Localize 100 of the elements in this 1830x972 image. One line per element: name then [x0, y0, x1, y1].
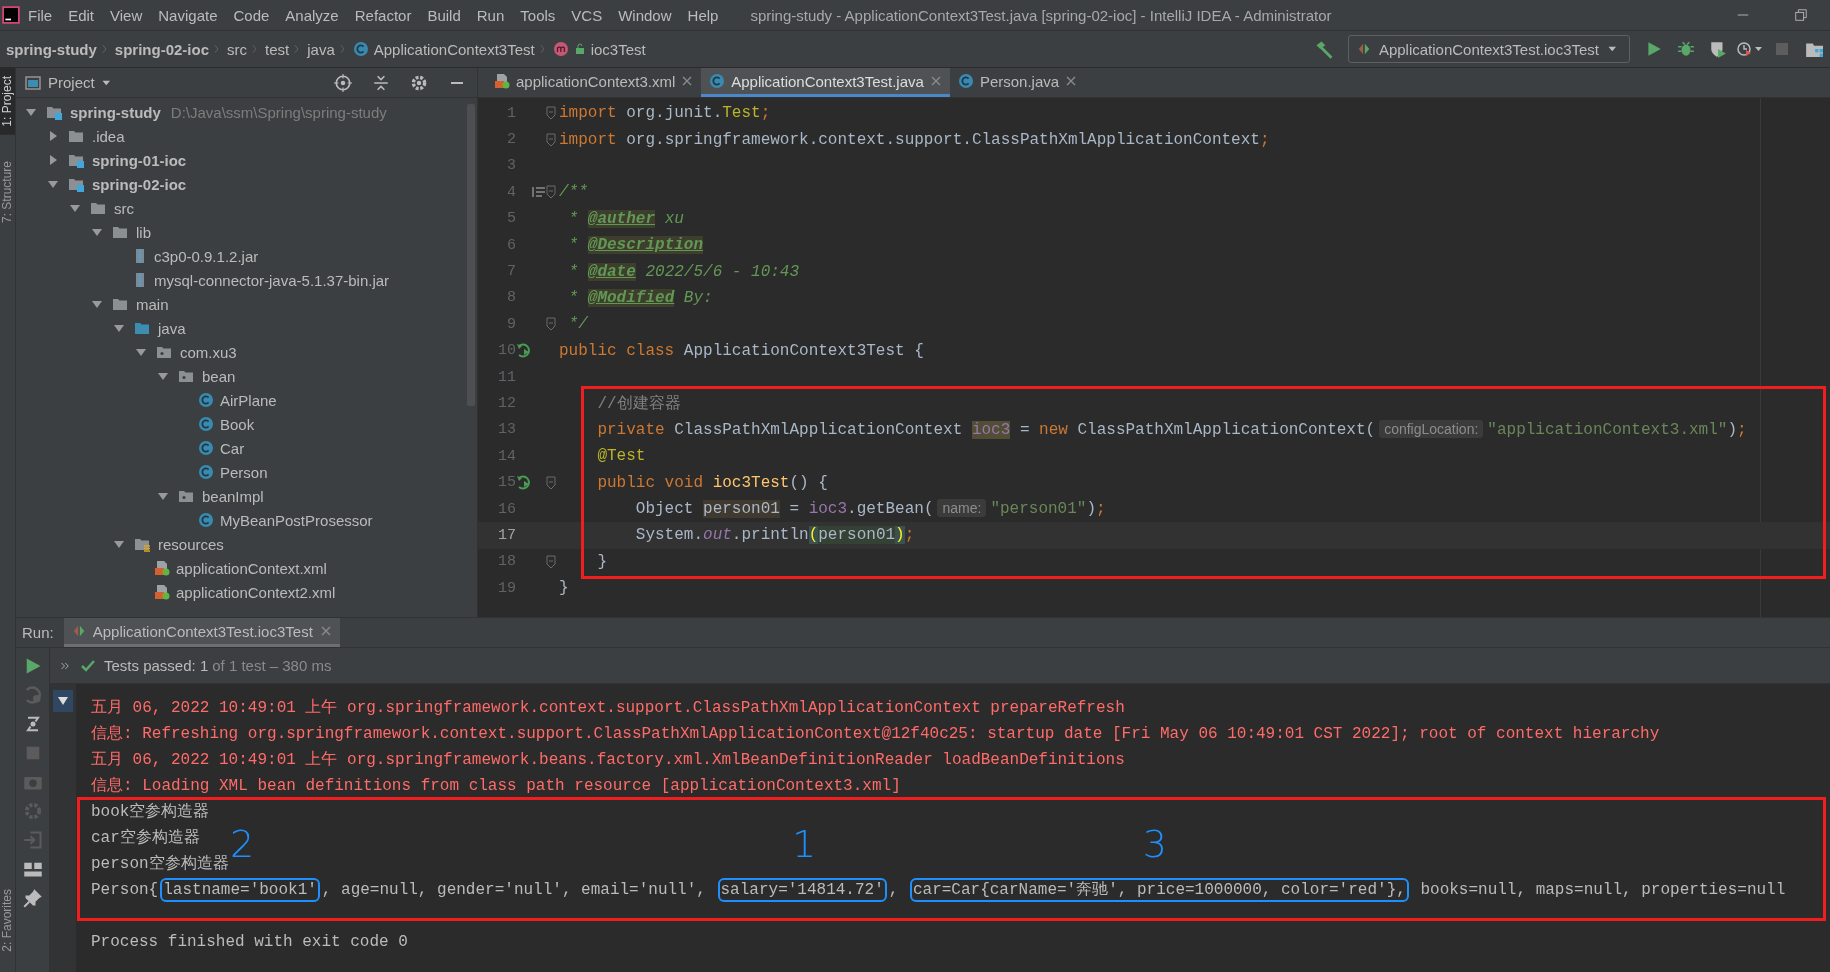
line-number: 17	[497, 526, 516, 544]
caret-down-icon[interactable]	[57, 695, 69, 707]
handwritten-number: 3	[1142, 825, 1167, 863]
breadcrumb[interactable]: ioc3Test	[590, 40, 646, 58]
line-number: 9	[506, 315, 516, 333]
menu-item[interactable]: Refactor	[346, 6, 420, 24]
menu-item[interactable]: Window	[610, 6, 680, 24]
tree-item[interactable]: .idea	[92, 127, 125, 145]
tree-item[interactable]: com.xu3	[180, 343, 237, 361]
expand-arrow-icon[interactable]	[69, 202, 81, 214]
line-number: 12	[497, 395, 516, 412]
fold-icon[interactable]	[546, 185, 556, 200]
code-line: System.out.println(person01);	[634, 526, 915, 545]
collapse-all-icon[interactable]	[372, 73, 390, 92]
tree-item[interactable]: MyBeanPostProsessor	[220, 511, 373, 529]
app-logo-icon	[2, 6, 20, 24]
run-gutter-icon[interactable]	[515, 474, 532, 491]
tree-item[interactable]: Car	[220, 439, 245, 457]
tree-item[interactable]: bean	[202, 367, 236, 385]
fold-icon[interactable]	[546, 132, 556, 147]
run-gutter-icon[interactable]	[515, 342, 532, 359]
expand-arrow-icon[interactable]	[113, 322, 125, 334]
tree-item[interactable]: c3p0-0.9.1.2.jar	[154, 247, 259, 265]
tree-item[interactable]: AirPlane	[220, 391, 277, 409]
expand-arrow-icon[interactable]	[135, 346, 147, 358]
menu-item[interactable]: VCS	[563, 6, 611, 24]
tree-item[interactable]: mysql-connector-java-5.1.37-bin.jar	[154, 271, 390, 289]
menu-item[interactable]: Help	[679, 6, 727, 24]
run-configuration-dropdown[interactable]: ApplicationContext3Test.ioc3Test	[1347, 35, 1630, 63]
close-icon[interactable]	[319, 625, 332, 637]
console-text: Process finished with exit code 0	[91, 933, 408, 951]
tree-item[interactable]: main	[136, 295, 169, 313]
tree-item[interactable]: lib	[136, 223, 151, 241]
menu-item[interactable]: File	[20, 6, 61, 24]
editor-tab[interactable]: applicationContext3.xml	[486, 68, 702, 97]
line-number: 10	[497, 342, 516, 360]
run-tab[interactable]: ApplicationContext3Test.ioc3Test	[63, 618, 340, 647]
settings-gear-icon[interactable]	[410, 73, 428, 92]
resources-folder-icon	[132, 536, 152, 552]
tree-item[interactable]: spring-02-ioc	[92, 175, 187, 193]
restore-icon[interactable]	[1794, 7, 1808, 23]
package-icon	[154, 344, 174, 360]
menu-item[interactable]: Run	[468, 6, 513, 24]
close-icon[interactable]	[1065, 75, 1078, 87]
fold-icon[interactable]	[546, 317, 556, 332]
tree-item[interactable]: spring-study	[70, 103, 161, 121]
fold-icon[interactable]	[546, 475, 556, 490]
tool-window-tab[interactable]: 7: Structure	[0, 152, 15, 231]
expand-arrow-icon[interactable]	[157, 490, 169, 502]
collapse-toggle[interactable]	[53, 690, 73, 712]
breadcrumb[interactable]: ApplicationContext3Test	[373, 40, 535, 58]
run-icon[interactable]	[1645, 40, 1663, 58]
expand-arrow-icon[interactable]	[47, 130, 59, 142]
expand-arrow-icon[interactable]	[47, 154, 59, 166]
pin-icon[interactable]	[22, 888, 43, 908]
menu-item[interactable]: Edit	[60, 6, 103, 24]
breadcrumb[interactable]: src	[227, 40, 248, 58]
tool-window-tab[interactable]: 1: Project	[0, 68, 15, 135]
package-icon	[176, 488, 196, 504]
panel-title[interactable]: Project	[48, 74, 95, 91]
tree-item[interactable]: applicationContext2.xml	[176, 583, 336, 601]
tree-item[interactable]: resources	[158, 535, 224, 553]
menu-item[interactable]: Build	[419, 6, 469, 24]
project-structure-icon[interactable]	[1804, 40, 1824, 58]
expand-arrow-icon[interactable]	[47, 178, 59, 190]
tree-item[interactable]: src	[114, 199, 134, 217]
line-number: 7	[506, 263, 516, 281]
menu-item[interactable]: Code	[225, 6, 278, 24]
profile-icon[interactable]	[1737, 40, 1763, 58]
tree-item[interactable]: spring-01-ioc	[92, 151, 187, 169]
tree-item[interactable]: applicationContext.xml	[176, 559, 327, 577]
breadcrumb[interactable]: test	[265, 40, 290, 58]
menu-item[interactable]: View	[102, 6, 151, 24]
expand-arrow-icon[interactable]	[25, 106, 37, 118]
expand-arrow-icon[interactable]	[91, 298, 103, 310]
tree-item[interactable]: Book	[220, 415, 255, 433]
menu-item[interactable]: Analyze	[277, 6, 347, 24]
close-icon[interactable]	[929, 75, 942, 87]
expand-arrow-icon[interactable]	[113, 538, 125, 550]
editor-tab[interactable]: Person.java	[949, 68, 1086, 97]
menu-item[interactable]: Navigate	[150, 6, 226, 24]
debug-bug-icon[interactable]	[1677, 40, 1695, 58]
boxed-output-text: lastname='book1'	[163, 881, 317, 899]
tree-item[interactable]: beanImpl	[202, 487, 264, 505]
editor-tab[interactable]: ApplicationContext3Test.java	[701, 68, 950, 97]
expand-arrow-icon[interactable]	[157, 370, 169, 382]
close-icon[interactable]	[681, 75, 694, 87]
menu-item[interactable]: Tools	[512, 6, 564, 24]
breadcrumb[interactable]: spring-study	[6, 40, 97, 58]
fold-icon[interactable]	[546, 106, 556, 121]
tree-item[interactable]: java	[158, 319, 186, 337]
breadcrumb[interactable]: spring-02-ioc	[114, 40, 210, 58]
breadcrumb[interactable]: java	[307, 40, 335, 58]
expand-arrow-icon[interactable]	[91, 226, 103, 238]
tool-window-tab[interactable]: 2: Favorites	[0, 881, 15, 960]
coverage-icon[interactable]	[1709, 40, 1727, 58]
fold-icon[interactable]	[546, 554, 556, 569]
tree-item[interactable]: Person	[220, 463, 268, 481]
panel-title: Run:	[22, 624, 54, 641]
locate-target-icon[interactable]	[334, 73, 352, 92]
